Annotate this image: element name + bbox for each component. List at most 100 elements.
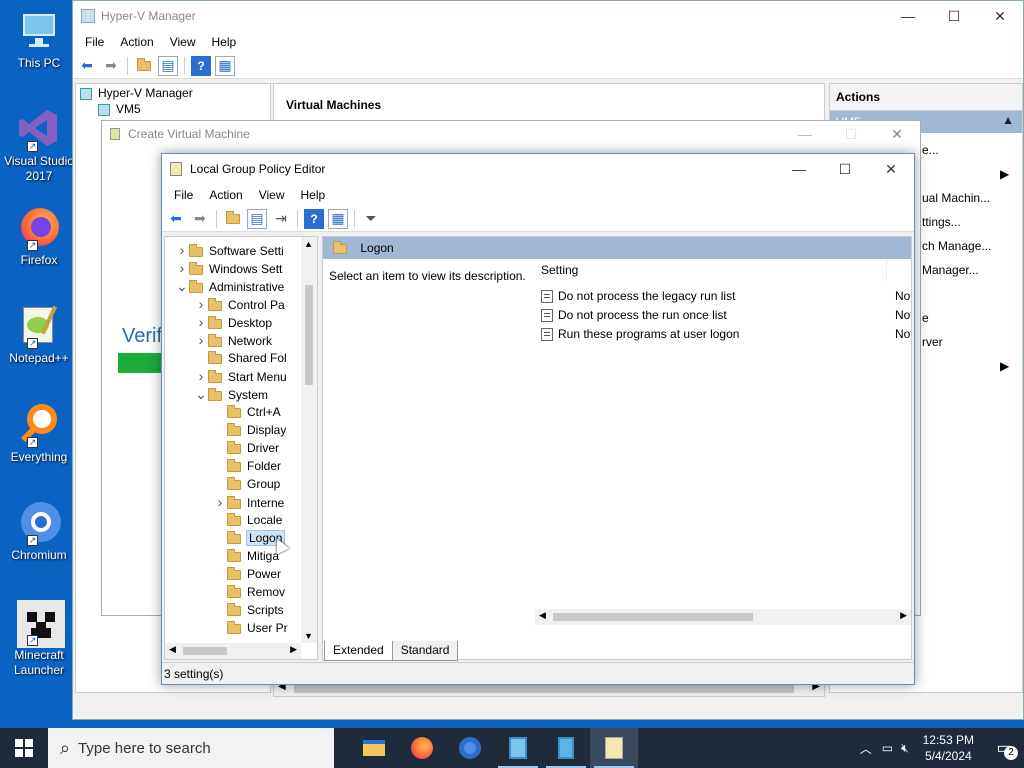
- close-button[interactable]: ✕: [874, 121, 920, 147]
- tree-item-vm5[interactable]: VM5: [76, 102, 270, 116]
- action-submenu[interactable]: ▶: [922, 354, 1009, 378]
- tree-item[interactable]: Display: [213, 421, 301, 439]
- chevron-right-icon[interactable]: ›: [194, 313, 208, 331]
- action-item[interactable]: e: [922, 306, 991, 330]
- menu-file[interactable]: File: [77, 35, 112, 49]
- action-item[interactable]: rver: [922, 330, 991, 354]
- up-folder-icon[interactable]: [223, 209, 243, 229]
- show-hide-tree-icon[interactable]: ▤: [247, 208, 267, 229]
- tree-item[interactable]: › Network: [194, 331, 301, 349]
- taskbar-chromium[interactable]: [446, 728, 494, 768]
- tab-extended[interactable]: Extended: [324, 641, 393, 661]
- action-item[interactable]: ual Machin...: [922, 186, 991, 210]
- setting-column-header[interactable]: Setting: [533, 259, 887, 281]
- gpedit-titlebar[interactable]: Local Group Policy Editor — ☐ ✕: [162, 154, 914, 184]
- chevron-right-icon[interactable]: ›: [213, 493, 227, 511]
- tree-item[interactable]: Shared Fol: [194, 349, 301, 367]
- collapse-arrow-icon[interactable]: ▲: [1002, 113, 1014, 127]
- details-hscroll[interactable]: ◀ ▶: [535, 609, 911, 625]
- setting-row[interactable]: Run these programs at user logon Not: [533, 325, 911, 344]
- properties-icon[interactable]: ▦: [215, 55, 235, 76]
- tree-item[interactable]: Mitiga: [213, 547, 301, 565]
- tree-vscroll[interactable]: ▲ ▼: [301, 237, 317, 643]
- forward-arrow-icon[interactable]: ➡: [101, 56, 121, 76]
- setting-row[interactable]: Do not process the legacy run list Not: [533, 287, 911, 306]
- tree-item[interactable]: › Desktop: [194, 313, 301, 331]
- up-folder-icon[interactable]: [134, 56, 154, 76]
- menu-action[interactable]: Action: [112, 35, 161, 49]
- desktop-icon-visual-studio[interactable]: ↗ Visual Studio 2017: [4, 106, 74, 184]
- scroll-thumb[interactable]: [183, 647, 227, 655]
- back-arrow-icon[interactable]: ⬅: [166, 209, 186, 229]
- tree-item-root[interactable]: Hyper-V Manager: [76, 84, 270, 102]
- scroll-thumb[interactable]: [305, 285, 313, 385]
- help-icon[interactable]: ?: [304, 208, 324, 229]
- notification-center-button[interactable]: ▭ 2: [984, 728, 1024, 768]
- tree-item[interactable]: User Pr: [213, 619, 301, 637]
- action-submenu[interactable]: ▶: [922, 162, 1009, 186]
- maximize-button[interactable]: ☐: [822, 154, 868, 184]
- menu-help[interactable]: Help: [293, 188, 334, 202]
- back-arrow-icon[interactable]: ⬅: [77, 56, 97, 76]
- menu-help[interactable]: Help: [204, 35, 245, 49]
- clock[interactable]: 12:53 PM 5/4/2024: [913, 732, 984, 764]
- close-button[interactable]: ✕: [977, 1, 1023, 31]
- desktop-icon-chromium[interactable]: ↗ Chromium: [4, 500, 74, 563]
- minimize-button[interactable]: —: [885, 1, 931, 31]
- tab-standard[interactable]: Standard: [392, 641, 459, 661]
- action-item[interactable]: ttings...: [922, 210, 991, 234]
- action-item[interactable]: e...: [922, 138, 991, 162]
- export-list-icon[interactable]: ⇥: [271, 209, 291, 229]
- tree-item[interactable]: › Interne: [213, 493, 301, 511]
- tree-item[interactable]: Power: [213, 565, 301, 583]
- maximize-button[interactable]: ☐: [828, 121, 874, 147]
- chevron-right-icon[interactable]: ›: [175, 259, 189, 277]
- filter-icon[interactable]: ⏷: [361, 209, 381, 229]
- scroll-right-icon[interactable]: ▶: [290, 644, 297, 655]
- tree-item[interactable]: Group: [213, 475, 301, 493]
- scroll-right-icon[interactable]: ▶: [900, 610, 907, 621]
- chevron-right-icon[interactable]: ›: [194, 295, 208, 313]
- maximize-button[interactable]: ☐: [931, 1, 977, 31]
- scroll-up-icon[interactable]: ▲: [304, 239, 313, 249]
- scroll-left-icon[interactable]: ◀: [169, 644, 176, 655]
- taskbar-search-box[interactable]: ⌕ Type here to search: [48, 728, 334, 768]
- chevron-up-icon[interactable]: ︿: [854, 740, 878, 757]
- create-vm-titlebar[interactable]: Create Virtual Machine — ☐ ✕: [102, 121, 920, 147]
- help-icon[interactable]: ?: [191, 55, 211, 76]
- chevron-right-icon[interactable]: ›: [194, 331, 208, 349]
- scroll-thumb[interactable]: [553, 613, 753, 621]
- scroll-down-icon[interactable]: ▼: [304, 631, 313, 641]
- scroll-left-icon[interactable]: ◀: [539, 610, 546, 621]
- taskbar-file-explorer[interactable]: [350, 728, 398, 768]
- tree-item[interactable]: Locale: [213, 511, 301, 529]
- menu-view[interactable]: View: [251, 188, 293, 202]
- tree-item[interactable]: › Windows Sett: [175, 259, 301, 277]
- chevron-down-icon[interactable]: ⌄: [175, 277, 189, 295]
- tree-item[interactable]: Scripts: [213, 601, 301, 619]
- desktop-icon-minecraft[interactable]: ↗ Minecraft Launcher: [4, 600, 74, 678]
- show-hide-tree-icon[interactable]: ▤: [158, 55, 178, 76]
- action-item[interactable]: Manager...: [922, 258, 991, 282]
- properties-icon[interactable]: ▦: [328, 208, 348, 229]
- tree-item[interactable]: › Start Menu: [194, 367, 301, 385]
- tree-item[interactable]: Ctrl+A: [213, 403, 301, 421]
- taskbar-hyperv[interactable]: [494, 728, 542, 768]
- menu-view[interactable]: View: [162, 35, 204, 49]
- tree-item[interactable]: › Control Pa: [194, 295, 301, 313]
- tree-hscroll[interactable]: ◀ ▶: [165, 643, 301, 659]
- minimize-button[interactable]: —: [782, 121, 828, 147]
- taskbar-gpedit[interactable]: [590, 728, 638, 768]
- volume-muted-icon[interactable]: 🔇︎: [897, 741, 913, 756]
- tree-item[interactable]: Driver: [213, 439, 301, 457]
- setting-row[interactable]: Do not process the run once list Not: [533, 306, 911, 325]
- tree-item[interactable]: Folder: [213, 457, 301, 475]
- action-item[interactable]: ch Manage...: [922, 234, 991, 258]
- network-icon[interactable]: ▭: [878, 741, 897, 755]
- tree-item[interactable]: ⌄ System: [194, 385, 301, 403]
- minimize-button[interactable]: —: [776, 154, 822, 184]
- chevron-down-icon[interactable]: ⌄: [194, 385, 208, 403]
- taskbar-firefox[interactable]: [398, 728, 446, 768]
- chevron-right-icon[interactable]: ›: [194, 367, 208, 385]
- desktop-icon-firefox[interactable]: ↗ Firefox: [4, 205, 74, 268]
